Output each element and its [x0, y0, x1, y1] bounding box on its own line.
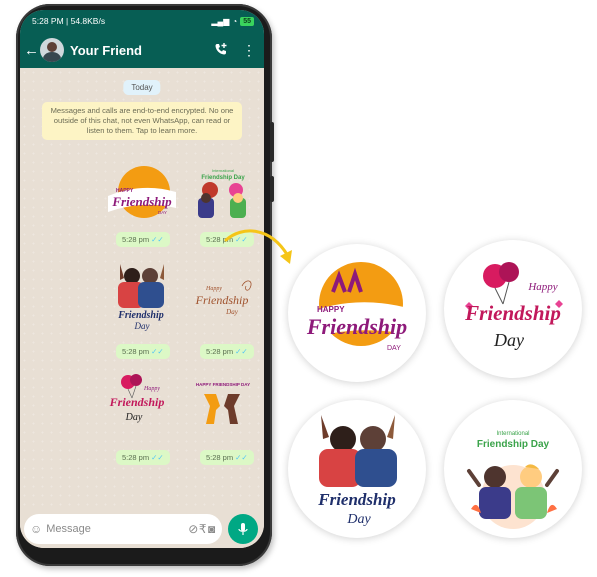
power-button: [270, 176, 274, 202]
svg-text:DAY: DAY: [387, 345, 401, 352]
svg-text:Happy: Happy: [143, 386, 160, 392]
svg-text:Day: Day: [134, 321, 150, 331]
sticker-international-friendship-day: International Friendship Day: [198, 168, 246, 218]
sticker-preview-friendship-day-balloons: Happy Friendship Day: [444, 240, 582, 378]
sticker-happy-friendship-day-orange: Friendship HAPPY DAY: [108, 166, 176, 218]
svg-text:Friendship: Friendship: [195, 293, 249, 307]
svg-text:Day: Day: [225, 308, 239, 316]
svg-text:Day: Day: [125, 412, 143, 423]
status-icons: ▂▄▆ ◔ 55: [211, 16, 254, 26]
svg-text:Day: Day: [493, 330, 524, 350]
camera-icon[interactable]: ◙: [207, 522, 216, 536]
sticker-preview-international-friendship-day: International Friendship Day: [444, 400, 582, 538]
svg-text:HAPPY: HAPPY: [317, 305, 345, 314]
payment-icon[interactable]: ₹: [198, 522, 207, 536]
sticker-message[interactable]: Happy Friendship Day: [184, 268, 262, 339]
more-options-icon[interactable]: ⋮: [242, 42, 256, 59]
sticker-message[interactable]: Happy Friendship Day: [98, 368, 176, 439]
svg-text:Friendship: Friendship: [117, 310, 164, 321]
message-time: 5:28 pm ✓✓: [200, 450, 254, 465]
message-time: 5:28 pm ✓✓: [116, 450, 170, 465]
svg-text:Happy: Happy: [205, 286, 222, 292]
sticker-message[interactable]: HAPPY FRIENDSHIP DAY: [184, 374, 262, 445]
volume-button: [270, 122, 274, 162]
message-time: 5:28 pm ✓✓: [200, 344, 254, 359]
sticker-message[interactable]: Friendship Day: [102, 258, 180, 339]
svg-text:Friendship Day: Friendship Day: [201, 175, 245, 181]
attach-icon[interactable]: ⊘: [188, 522, 198, 536]
svg-text:Friendship: Friendship: [111, 194, 172, 209]
svg-text:Day: Day: [346, 512, 371, 527]
sticker-friends-hugging: Friendship Day: [117, 264, 164, 331]
sticker-international-friendship-day-large: International Friendship Day: [467, 431, 559, 529]
date-chip: Today: [123, 80, 161, 95]
svg-text:HAPPY: HAPPY: [116, 188, 134, 194]
sticker-friends-hugging-large: Friendship Day: [317, 415, 397, 527]
avatar[interactable]: [40, 38, 64, 62]
status-bar: 5:28 PM | 54.8KB/s ▂▄▆ ◔ 55: [20, 10, 264, 32]
sticker-message[interactable]: Friendship HAPPY DAY: [102, 162, 180, 233]
mic-button[interactable]: [228, 514, 258, 544]
mic-icon: [238, 523, 248, 535]
svg-text:Friendship: Friendship: [306, 314, 407, 339]
read-ticks-icon: ✓✓: [151, 235, 164, 244]
contact-name[interactable]: Your Friend: [70, 43, 200, 58]
message-input[interactable]: [42, 523, 189, 535]
status-time: 5:28 PM | 54.8KB/s: [32, 16, 106, 26]
svg-text:DAY: DAY: [158, 210, 167, 215]
back-arrow-icon[interactable]: ←: [24, 42, 39, 59]
chat-header: ← Your Friend ⋮: [20, 32, 264, 68]
message-time: 5:28 pm ✓✓: [116, 232, 170, 247]
sticker-friendship-day-balloons-large: Happy Friendship Day: [464, 262, 563, 350]
emoji-icon[interactable]: ☺: [30, 522, 42, 536]
wifi-icon: ◔: [232, 16, 238, 26]
curved-arrow-icon: [224, 229, 292, 264]
chat-area: Today Messages and calls are end-to-end …: [20, 68, 264, 510]
sticker-happy-friendship-day-hands: HAPPY FRIENDSHIP DAY: [196, 382, 250, 424]
sticker-preview-happy-friendship-day: HAPPY Friendship DAY: [288, 244, 426, 382]
svg-text:Happy: Happy: [527, 281, 557, 293]
read-ticks-icon: ✓✓: [235, 347, 248, 356]
signal-icon: ▂▄▆: [211, 16, 230, 26]
sticker-happy-friendship-day-orange-large: HAPPY Friendship DAY: [299, 262, 415, 352]
svg-text:Friendship: Friendship: [317, 490, 395, 509]
read-ticks-icon: ✓✓: [151, 453, 164, 462]
sticker-preview-friends-hugging: Friendship Day: [288, 400, 426, 538]
read-ticks-icon: ✓✓: [151, 347, 164, 356]
phone-screen: 5:28 PM | 54.8KB/s ▂▄▆ ◔ 55 ← Your Frien…: [20, 10, 264, 548]
svg-text:HAPPY FRIENDSHIP DAY: HAPPY FRIENDSHIP DAY: [196, 382, 250, 387]
message-input-container: ☺ ⊘ ₹ ◙: [24, 514, 222, 544]
add-call-icon[interactable]: [214, 42, 228, 59]
message-time: 5:28 pm ✓✓: [116, 344, 170, 359]
svg-text:Friendship: Friendship: [109, 395, 165, 409]
sticker-friendship-day-script: Happy Friendship Day: [195, 280, 252, 316]
svg-text:International: International: [496, 431, 529, 437]
encryption-notice[interactable]: Messages and calls are end-to-end encryp…: [42, 102, 242, 140]
sticker-friendship-day-balloons: Happy Friendship Day: [109, 374, 165, 423]
composer-bar: ☺ ⊘ ₹ ◙: [20, 510, 264, 548]
svg-text:Friendship Day: Friendship Day: [477, 439, 550, 450]
read-ticks-icon: ✓✓: [235, 453, 248, 462]
svg-text:International: International: [212, 168, 234, 173]
svg-text:Friendship: Friendship: [464, 301, 561, 325]
battery-icon: 55: [240, 16, 254, 26]
